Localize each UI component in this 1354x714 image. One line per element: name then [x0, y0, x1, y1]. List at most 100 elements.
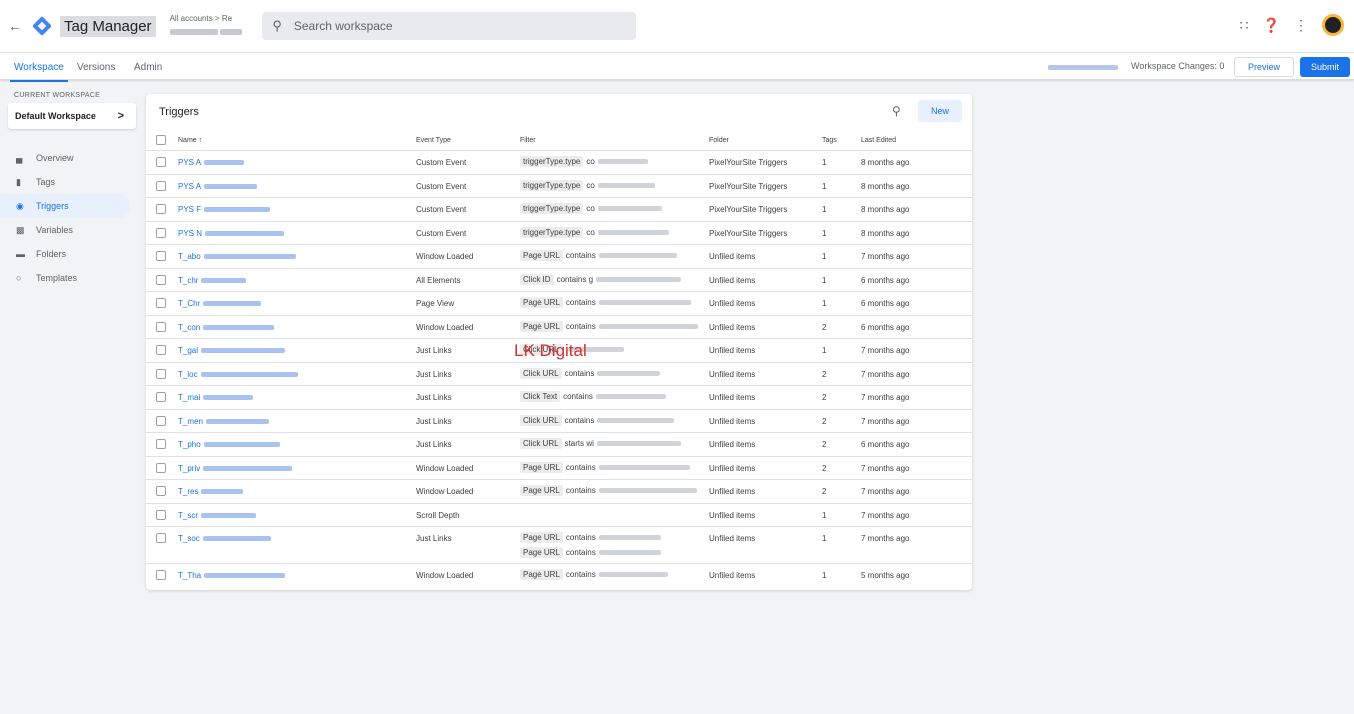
- help-icon[interactable]: ❓: [1263, 17, 1280, 34]
- column-name[interactable]: Name ↑: [178, 137, 202, 144]
- row-checkbox[interactable]: [156, 157, 166, 167]
- search-placeholder: Search workspace: [293, 19, 393, 33]
- table-row[interactable]: T_priv Window Loaded Page URL contains Unfil…: [146, 455, 972, 480]
- trigger-name[interactable]: PYS A: [178, 181, 258, 191]
- trigger-name[interactable]: T_priv: [178, 464, 293, 473]
- app-name[interactable]: Tag Manager: [60, 15, 156, 37]
- trigger-name-text: T_scr: [178, 510, 198, 520]
- apps-grid-icon[interactable]: ∷: [1240, 17, 1249, 34]
- filter-variable: triggerType.type: [520, 226, 584, 238]
- account-selector[interactable]: All accounts > Re: [169, 6, 243, 46]
- trigger-name[interactable]: T_con: [178, 323, 275, 332]
- row-checkbox[interactable]: [156, 274, 166, 285]
- search-icon[interactable]: ⚲: [892, 104, 901, 118]
- folder-name: Unfiled items: [709, 510, 756, 520]
- row-checkbox[interactable]: [156, 227, 166, 238]
- row-checkbox[interactable]: [156, 570, 166, 580]
- row-checkbox[interactable]: [156, 392, 166, 402]
- table-row[interactable]: T_scr Scroll Depth Unfiled items 1 7 months …: [146, 502, 972, 527]
- row-checkbox[interactable]: [156, 180, 166, 191]
- tab-admin[interactable]: Admin: [134, 62, 162, 73]
- trigger-name-text: T_soc: [178, 534, 200, 543]
- trigger-name[interactable]: T_chr: [178, 276, 247, 285]
- row-checkbox[interactable]: [156, 439, 166, 449]
- folder-name: Unfiled items: [709, 416, 756, 426]
- trigger-name[interactable]: T_loc: [178, 370, 298, 379]
- table-row[interactable]: PYS A Custom Event triggerType.type co Pixel…: [146, 173, 972, 198]
- tab-workspace[interactable]: Workspace: [10, 62, 68, 82]
- column-tags[interactable]: Tags: [822, 137, 837, 144]
- table-row[interactable]: T_loc Just Links Click URL contains Unfiled …: [146, 361, 972, 386]
- table-row[interactable]: T_Tha Window Loaded Page URL contains Unfile…: [146, 563, 972, 587]
- row-checkbox[interactable]: [156, 204, 166, 214]
- table-row[interactable]: T_chr All Elements Click ID contains g Unfil…: [146, 267, 972, 292]
- search-bar[interactable]: ⚲ Search workspace: [262, 12, 637, 40]
- trigger-name[interactable]: T_Chr: [178, 299, 262, 308]
- trigger-name[interactable]: T_abo: [178, 252, 296, 261]
- sidebar-item-tags[interactable]: ▮ Tags: [0, 170, 140, 194]
- trigger-name[interactable]: T_pho: [178, 440, 280, 449]
- tag-count: 1: [822, 228, 827, 238]
- table-row[interactable]: T_res Window Loaded Page URL contains Unfile…: [146, 479, 972, 503]
- filter-variable: Page URL: [520, 532, 563, 543]
- sidebar-item-label: Templates: [36, 273, 78, 283]
- row-checkbox[interactable]: [156, 533, 166, 543]
- more-vert-icon[interactable]: ⋮: [1294, 17, 1308, 34]
- workspace-selector[interactable]: Default Workspace >: [8, 103, 136, 129]
- column-folder[interactable]: Folder: [709, 137, 729, 144]
- column-last-edited[interactable]: Last Edited: [861, 137, 896, 144]
- column-event-type[interactable]: Event Type: [416, 137, 451, 144]
- sidebar-item-overview[interactable]: ▄ Overview: [0, 146, 140, 170]
- trigger-filter: Page URL contains: [520, 250, 677, 261]
- submit-button[interactable]: Submit: [1300, 57, 1350, 77]
- table-row[interactable]: PYS F Custom Event triggerType.type co Pixel…: [146, 197, 972, 221]
- table-row[interactable]: T_abo Window Loaded Page URL contains Unfile…: [146, 244, 972, 268]
- page-title: Triggers: [159, 106, 199, 118]
- select-all-checkbox[interactable]: [156, 135, 166, 145]
- row-checkbox[interactable]: [156, 298, 166, 308]
- table-row[interactable]: T_soc Just Links Page URL contains Page URL c…: [146, 526, 972, 563]
- table-row[interactable]: T_Chr Page View Page URL contains Unfiled it…: [146, 291, 972, 315]
- trigger-name[interactable]: T_mai: [178, 393, 254, 402]
- trigger-name[interactable]: T_men: [178, 417, 269, 426]
- new-trigger-button[interactable]: New: [918, 100, 962, 122]
- table-row[interactable]: PYS N Custom Event triggerType.type co Pixel…: [146, 220, 972, 245]
- tab-versions[interactable]: Versions: [77, 62, 115, 73]
- trigger-name[interactable]: PYS F: [178, 205, 271, 214]
- watermark: LK Digital: [514, 341, 587, 360]
- trigger-name[interactable]: PYS A: [178, 158, 245, 167]
- sidebar-item-triggers[interactable]: ◉ Triggers: [0, 194, 130, 218]
- trigger-name[interactable]: T_soc: [178, 534, 271, 543]
- table-row[interactable]: T_con Window Loaded Page URL contains Unfile…: [146, 314, 972, 339]
- tag-count: 1: [822, 510, 827, 520]
- table-row[interactable]: T_men Just Links Click URL contains Unfiled …: [146, 408, 972, 433]
- table-row[interactable]: T_pho Just Links Click URL starts wi Unfiled…: [146, 432, 972, 456]
- trigger-name-text: PYS A: [178, 181, 202, 191]
- row-checkbox[interactable]: [156, 462, 166, 473]
- avatar[interactable]: [1322, 14, 1344, 36]
- row-checkbox[interactable]: [156, 486, 166, 496]
- column-filter[interactable]: Filter: [520, 137, 536, 144]
- row-checkbox[interactable]: [156, 251, 166, 261]
- redacted-text: [204, 573, 286, 579]
- table-row[interactable]: T_mai Just Links Click Text contains Unfiled…: [146, 385, 972, 409]
- trigger-name[interactable]: PYS N: [178, 229, 285, 238]
- back-arrow-icon[interactable]: ←: [4, 18, 26, 34]
- row-checkbox[interactable]: [156, 509, 166, 520]
- row-checkbox[interactable]: [156, 321, 166, 332]
- table-row[interactable]: PYS A Custom Event triggerType.type co Pixel…: [146, 150, 972, 174]
- trigger-name[interactable]: T_res: [178, 487, 244, 496]
- sidebar-item-templates[interactable]: ○ Templates: [0, 266, 140, 290]
- trigger-name[interactable]: T_Tha: [178, 571, 286, 580]
- redacted-text: [201, 512, 256, 518]
- trigger-name[interactable]: T_scr: [178, 511, 256, 520]
- preview-button[interactable]: Preview: [1234, 57, 1294, 77]
- trigger-name[interactable]: T_gal: [178, 346, 286, 355]
- row-checkbox[interactable]: [156, 415, 166, 426]
- event-type: Window Loaded: [416, 463, 474, 473]
- trigger-filter: Page URL contains: [520, 320, 698, 332]
- row-checkbox[interactable]: [156, 368, 166, 379]
- sidebar-item-variables[interactable]: ▩ Variables: [0, 218, 140, 242]
- row-checkbox[interactable]: [156, 345, 166, 355]
- sidebar-item-folders[interactable]: ▬ Folders: [0, 242, 140, 266]
